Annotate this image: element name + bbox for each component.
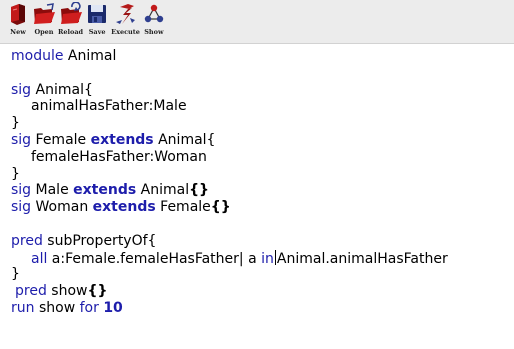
code-keyword: sig (11, 182, 32, 199)
code-keyword: sig (11, 131, 32, 148)
code-text: } (11, 266, 20, 283)
code-text: a:Female.femaleHasFather| a (47, 250, 262, 267)
code-text: show (34, 299, 80, 316)
code-line[interactable]: run show for 10 (11, 300, 514, 317)
show-button[interactable]: Show (142, 2, 166, 36)
code-keyword: all (31, 250, 48, 267)
code-line[interactable]: animalHasFather:Male (11, 98, 514, 115)
code-text: Animal (136, 182, 190, 199)
code-line[interactable]: sig Male extends Animal{} (11, 182, 514, 199)
reload-button-label: Reload (58, 28, 84, 36)
code-line[interactable]: femaleHasFather:Woman (11, 149, 514, 166)
execute-icon (115, 4, 135, 24)
text-cursor (274, 249, 276, 265)
save-button-label: Save (88, 28, 106, 36)
alloy-editor-window: New Open Reload Save Execute Show module… (0, 0, 514, 349)
execute-button-label: Execute (111, 28, 140, 36)
code-keyword: module (11, 48, 64, 64)
open-icon (34, 3, 55, 24)
execute-button[interactable]: Execute (111, 2, 140, 36)
code-line[interactable]: sig Female extends Animal{ (11, 132, 514, 149)
code-keyword: 10 (103, 299, 123, 316)
code-keyword: sig (11, 81, 32, 98)
code-text: {} (189, 182, 210, 199)
code-keyword: extends (73, 182, 137, 199)
code-keyword: pred (11, 232, 43, 249)
code-line[interactable]: module Animal (11, 48, 514, 65)
code-text: Animal (63, 48, 117, 64)
code-editor[interactable]: module Animal sig Animal{animalHasFather:… (0, 44, 514, 349)
code-text: Animal{ (31, 81, 93, 98)
code-line[interactable]: all a:Female.femaleHasFather| a in Animal… (11, 249, 514, 267)
code-keyword: pred (15, 283, 47, 300)
save-button[interactable]: Save (85, 2, 109, 36)
open-button[interactable]: Open (32, 2, 56, 36)
show-icon (144, 4, 164, 23)
code-text: subPropertyOf{ (42, 232, 157, 249)
code-text: Woman (31, 199, 93, 216)
code-line[interactable]: sig Animal{ (11, 82, 514, 99)
code-text: {} (87, 283, 108, 300)
reload-icon (60, 2, 82, 24)
code-keyword: for (79, 299, 99, 316)
code-keyword: run (11, 299, 35, 316)
code-keyword: in (261, 250, 274, 267)
code-line[interactable]: pred subPropertyOf{ (11, 233, 514, 250)
code-text: } (11, 165, 20, 182)
save-icon (88, 5, 107, 23)
code-text: {} (210, 199, 231, 216)
code-line[interactable]: } (11, 115, 514, 132)
code-text: Animal.animalHasFather (276, 250, 448, 267)
code-text: Female (155, 199, 211, 216)
code-line[interactable] (11, 65, 514, 82)
open-button-label: Open (34, 28, 54, 36)
code-text: Animal{ (153, 131, 216, 148)
code-line[interactable]: sig Woman extends Female{} (11, 199, 514, 216)
code-line[interactable] (11, 216, 514, 233)
new-button[interactable]: New (6, 2, 30, 36)
code-text: femaleHasFather:Woman (31, 148, 207, 165)
code-text: show (46, 283, 88, 300)
new-button-label: New (10, 28, 26, 36)
reload-button[interactable]: Reload (58, 2, 83, 36)
code-keyword: extends (92, 199, 156, 216)
code-text: } (11, 115, 20, 132)
new-icon (11, 4, 25, 25)
code-keyword: sig (11, 199, 32, 216)
show-button-label: Show (144, 28, 164, 36)
code-text: animalHasFather:Male (31, 98, 187, 115)
code-text: Male (31, 182, 74, 199)
toolbar: New Open Reload Save Execute Show (0, 0, 514, 44)
code-line[interactable]: } (11, 166, 514, 183)
code-line[interactable]: pred show{} (11, 283, 514, 300)
code-line[interactable]: } (11, 266, 514, 283)
code-text: Female (31, 131, 91, 148)
code-keyword: extends (90, 131, 154, 148)
